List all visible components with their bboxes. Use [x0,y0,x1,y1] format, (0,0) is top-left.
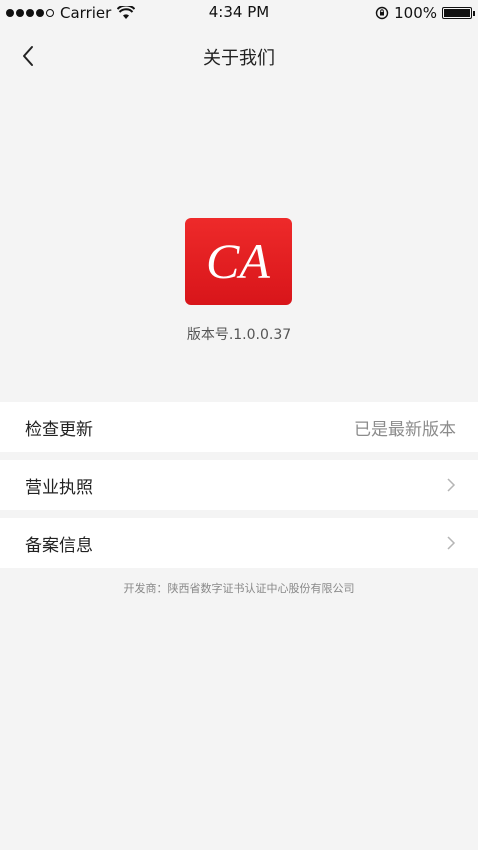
check-update-row[interactable]: 检查更新 已是最新版本 [0,402,478,452]
version-label: 版本号.1.0.0.37 [186,327,292,343]
row-label: 备案信息 [25,535,93,556]
row-label: 营业执照 [25,477,93,498]
battery-percent: 100% [394,4,437,22]
page-title: 关于我们 [203,48,275,69]
rotation-lock-icon [375,6,389,20]
status-right: 100% [375,4,475,22]
chevron-right-icon [447,536,456,550]
battery-icon [442,7,475,19]
row-label: 检查更新 [25,419,93,440]
status-bar: Carrier 4:34 PM 100% [0,0,478,26]
chevron-right-icon [447,478,456,492]
update-status: 已是最新版本 [354,419,456,440]
developer-footer: 开发商：陕西省数字证书认证中心股份有限公司 [123,582,355,595]
ca-logo-icon: CA [206,233,270,289]
business-license-row[interactable]: 营业执照 [0,460,478,510]
nav-bar: 关于我们 [0,26,478,86]
filing-info-row[interactable]: 备案信息 [0,518,478,568]
app-logo: CA [185,218,292,305]
about-screen: Carrier 4:34 PM 100% 关于我们 CA 版本号.1.0.0.3… [0,0,478,850]
svg-text:CA: CA [206,233,270,289]
